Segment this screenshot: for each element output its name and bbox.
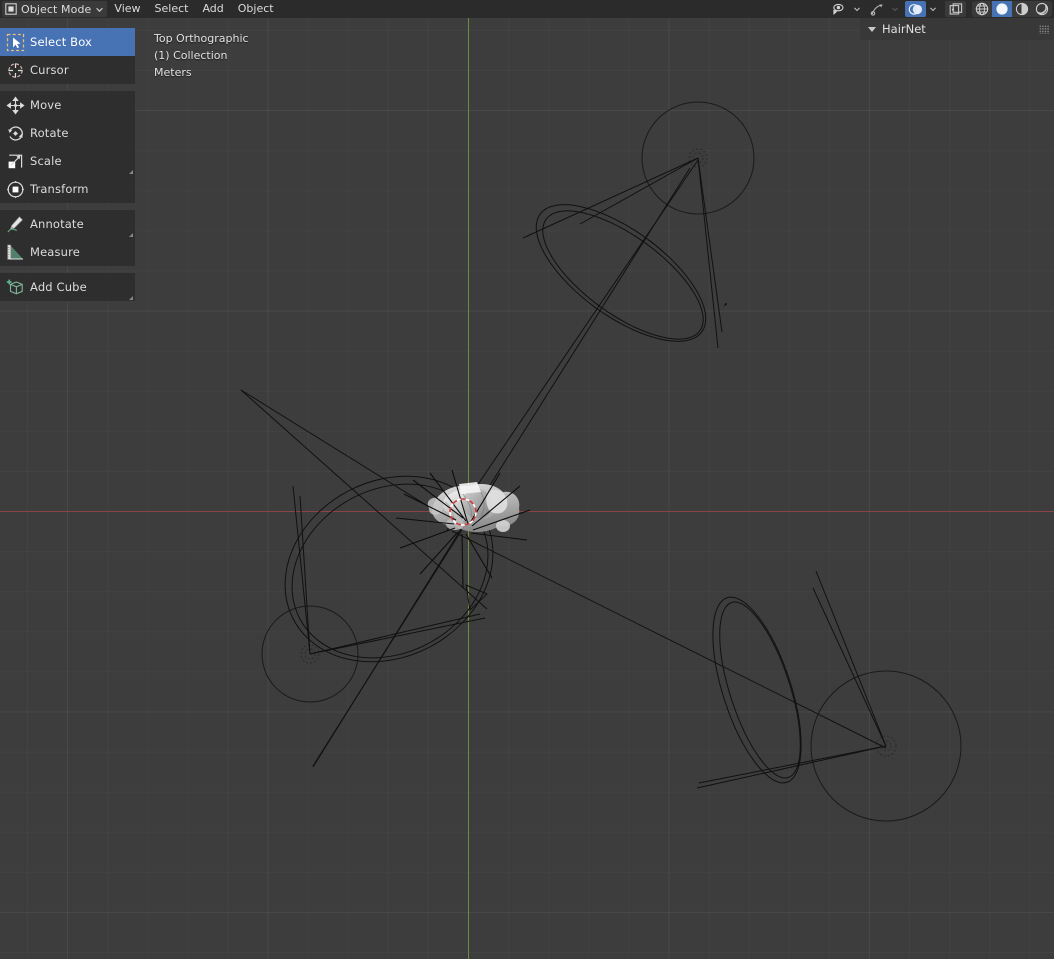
mode-selector-label: Object Mode	[21, 2, 92, 16]
blender-window: Top Orthographic (1) Collection Meters S…	[0, 0, 1054, 959]
shading-solid-icon[interactable]	[992, 1, 1012, 17]
tool-scale[interactable]: Scale	[0, 147, 135, 175]
move-icon	[0, 91, 30, 119]
tool-add-cube[interactable]: Add Cube	[0, 273, 135, 301]
rotate-icon	[0, 119, 30, 147]
tool-cursor[interactable]: Cursor	[0, 56, 135, 84]
grip-dots-icon[interactable]	[1039, 24, 1049, 34]
shading-rendered-icon[interactable]	[1032, 1, 1052, 17]
tool-expand-corner-icon[interactable]	[129, 170, 133, 174]
viewport-view-name: Top Orthographic	[154, 32, 249, 45]
menu-view[interactable]: View	[107, 1, 147, 17]
viewport-toolbar[interactable]: Select Box Cursor Move Rotate Scale Tran…	[0, 28, 135, 308]
overlays-group[interactable]	[905, 1, 939, 17]
viewport-collection: (1) Collection	[154, 49, 228, 62]
chevron-down-icon[interactable]	[926, 1, 939, 17]
tool-move-label: Move	[30, 98, 62, 112]
tool-expand-corner-icon[interactable]	[129, 296, 133, 300]
shading-material-icon[interactable]	[1012, 1, 1032, 17]
tool-move[interactable]: Move	[0, 91, 135, 119]
xray-toggle-icon[interactable]	[945, 1, 966, 17]
panel-title: HairNet	[882, 22, 926, 36]
tool-group-select: Select Box Cursor	[0, 28, 135, 84]
measure-ruler-icon	[0, 238, 30, 266]
annotate-pencil-icon	[0, 210, 30, 238]
tool-transform-label: Transform	[30, 182, 89, 196]
gizmo-group[interactable]	[867, 1, 901, 17]
xray-group[interactable]	[945, 1, 966, 17]
tool-select-box[interactable]: Select Box	[0, 28, 135, 56]
header-right-controls[interactable]	[825, 0, 1054, 18]
tool-select-box-label: Select Box	[30, 35, 93, 49]
object-mode-icon	[4, 3, 17, 16]
tool-measure-label: Measure	[30, 245, 80, 259]
tool-rotate-label: Rotate	[30, 126, 69, 140]
visibility-selectability-icon[interactable]	[829, 1, 850, 17]
tool-add-cube-label: Add Cube	[30, 280, 87, 294]
cursor-3d	[449, 498, 477, 526]
cursor-3d-icon	[0, 56, 30, 84]
3d-viewport[interactable]	[0, 18, 1054, 959]
select-box-icon	[0, 28, 30, 56]
menu-object[interactable]: Object	[231, 1, 281, 17]
menu-select[interactable]: Select	[148, 1, 196, 17]
tool-group-annotate: Annotate Measure	[0, 210, 135, 266]
tool-cursor-label: Cursor	[30, 63, 69, 77]
viewport-info-overlay: Top Orthographic (1) Collection Meters	[154, 30, 249, 81]
tool-scale-label: Scale	[30, 154, 62, 168]
shading-mode-group[interactable]	[972, 1, 1052, 17]
tool-rotate[interactable]: Rotate	[0, 119, 135, 147]
tool-group-transform: Move Rotate Scale Transform	[0, 91, 135, 203]
overlays-icon[interactable]	[905, 1, 926, 17]
chevron-down-icon[interactable]	[850, 1, 863, 17]
panel-header-hairnet[interactable]: HairNet	[860, 18, 1054, 40]
viewport-units: Meters	[154, 66, 192, 79]
tool-expand-corner-icon[interactable]	[129, 233, 133, 237]
tool-annotate[interactable]: Annotate	[0, 210, 135, 238]
triangle-down-icon[interactable]	[868, 26, 876, 32]
hair-strands	[395, 469, 531, 589]
tool-measure[interactable]: Measure	[0, 238, 135, 266]
chevron-down-icon[interactable]	[95, 5, 104, 14]
tool-transform[interactable]: Transform	[0, 175, 135, 203]
scale-icon	[0, 147, 30, 175]
transform-icon	[0, 175, 30, 203]
gizmo-icon[interactable]	[867, 1, 888, 17]
menu-add[interactable]: Add	[195, 1, 230, 17]
add-cube-icon	[0, 273, 30, 301]
chevron-down-icon[interactable]	[888, 1, 901, 17]
mode-selector[interactable]: Object Mode	[2, 1, 108, 17]
shading-wireframe-icon[interactable]	[972, 1, 992, 17]
tool-annotate-label: Annotate	[30, 217, 84, 231]
viewport-header[interactable]: Object Mode View Select Add Object	[0, 0, 1054, 18]
object-visibility-group[interactable]	[829, 1, 863, 17]
sidebar-panel[interactable]: HairNet	[860, 18, 1054, 40]
tool-group-add: Add Cube	[0, 273, 135, 301]
